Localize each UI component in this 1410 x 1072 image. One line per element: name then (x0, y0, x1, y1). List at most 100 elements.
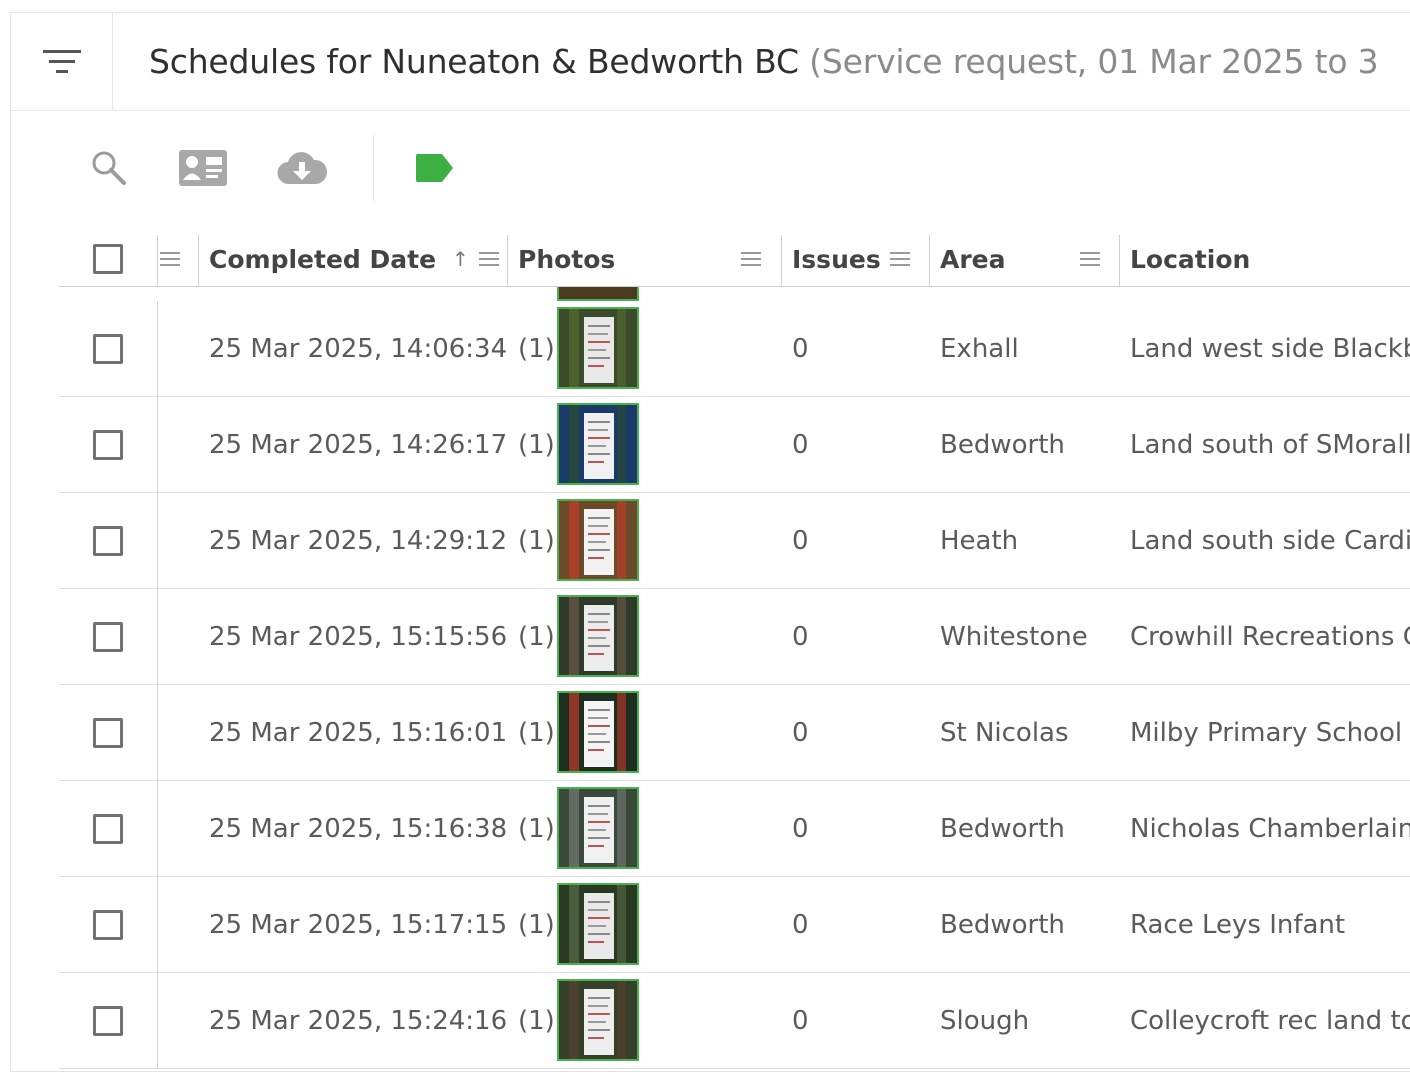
area-cell: Bedworth (940, 910, 1065, 940)
partial-thumbnail (557, 287, 639, 301)
area-cell: Whitestone (940, 622, 1088, 652)
page-title-subtitle: (Service request, 01 Mar 2025 to 3 (809, 42, 1379, 81)
row-separator (157, 685, 158, 781)
completed-date-cell: 25 Mar 2025, 15:16:01 (209, 718, 508, 748)
column-menu-icon[interactable] (1080, 250, 1100, 268)
row-select-cell (93, 973, 123, 1069)
row-separator (157, 589, 158, 685)
row-separator (157, 973, 158, 1069)
column-separator[interactable] (157, 235, 158, 287)
table-row[interactable]: 25 Mar 2025, 14:26:17 (1) 0 Bedworth Land so… (59, 397, 1410, 493)
photo-count: (1) (518, 718, 555, 748)
column-separator[interactable] (929, 235, 930, 287)
table-row[interactable]: 25 Mar 2025, 14:29:12 (1) 0 Heath Land south… (59, 493, 1410, 589)
column-separator[interactable] (1119, 235, 1120, 287)
table-row[interactable]: 25 Mar 2025, 15:17:15 (1) 0 Bedworth Race Le… (59, 877, 1410, 973)
select-all-checkbox[interactable] (93, 244, 123, 274)
column-menu-icon[interactable] (160, 250, 180, 268)
page-title: Schedules for Nuneaton & Bedworth BC (Se… (113, 42, 1379, 81)
column-header-completed-date[interactable]: Completed Date ↑ (209, 231, 469, 287)
table-row[interactable]: 25 Mar 2025, 14:06:34 (1) 0 Exhall Land west… (59, 301, 1410, 397)
row-checkbox[interactable] (93, 526, 123, 556)
photo-thumbnail[interactable] (557, 499, 639, 581)
photo-thumbnail[interactable] (557, 595, 639, 677)
table-row[interactable]: 25 Mar 2025, 15:16:38 (1) 0 Bedworth Nichola… (59, 781, 1410, 877)
schedules-panel: Schedules for Nuneaton & Bedworth BC (Se… (10, 12, 1410, 1072)
download-button[interactable] (259, 150, 345, 186)
row-checkbox[interactable] (93, 910, 123, 940)
area-cell: Bedworth (940, 814, 1065, 844)
grid-body: 25 Mar 2025, 14:06:34 (1) 0 Exhall Land west… (59, 301, 1410, 1071)
photo-count: (1) (518, 526, 555, 556)
photo-count: (1) (518, 910, 555, 940)
location-cell: Colleycroft rec land to (1130, 1006, 1410, 1036)
photo-count: (1) (518, 430, 555, 460)
search-icon (92, 151, 126, 185)
column-separator[interactable] (198, 235, 199, 287)
column-menu-icon[interactable] (890, 250, 910, 268)
sort-ascending-icon: ↑ (452, 247, 469, 271)
photo-thumbnail[interactable] (557, 307, 639, 389)
row-separator (157, 493, 158, 589)
tag-button[interactable] (374, 152, 496, 184)
table-row[interactable]: 25 Mar 2025, 15:15:56 (1) 0 Whitestone Crowh… (59, 589, 1410, 685)
location-cell: Land south side Cardi (1130, 526, 1410, 556)
column-completed-label: Completed Date (209, 244, 437, 274)
column-header-issues[interactable]: Issues (792, 231, 881, 287)
row-select-cell (93, 781, 123, 877)
row-separator (157, 301, 158, 397)
column-header-area[interactable]: Area (940, 231, 1006, 287)
row-select-cell (93, 397, 123, 493)
photo-count: (1) (518, 334, 555, 364)
column-separator[interactable] (781, 235, 782, 287)
table-row[interactable]: 25 Mar 2025, 15:24:16 (1) 0 Slough Colleycro… (59, 973, 1410, 1069)
contact-card-button[interactable] (147, 149, 259, 187)
column-header-photos[interactable]: Photos (518, 231, 615, 287)
row-checkbox[interactable] (93, 814, 123, 844)
filter-menu-button[interactable] (11, 13, 113, 110)
column-separator[interactable] (507, 235, 508, 287)
table-row[interactable]: 25 Mar 2025, 15:16:01 (1) 0 St Nicolas Milby… (59, 685, 1410, 781)
column-menu-icon[interactable] (741, 250, 761, 268)
row-select-cell (93, 877, 123, 973)
column-location-label: Location (1130, 244, 1251, 274)
completed-date-cell: 25 Mar 2025, 15:16:38 (209, 814, 508, 844)
page-title-main: Schedules for Nuneaton & Bedworth BC (149, 42, 799, 81)
row-separator (157, 397, 158, 493)
completed-date-cell: 25 Mar 2025, 15:17:15 (209, 910, 508, 940)
column-area-label: Area (940, 244, 1006, 274)
photo-thumbnail[interactable] (557, 403, 639, 485)
issues-cell: 0 (792, 1006, 809, 1036)
row-checkbox[interactable] (93, 1006, 123, 1036)
row-checkbox[interactable] (93, 430, 123, 460)
title-bar: Schedules for Nuneaton & Bedworth BC (Se… (11, 13, 1410, 111)
row-select-cell (93, 493, 123, 589)
row-separator (157, 877, 158, 973)
issues-cell: 0 (792, 430, 809, 460)
column-photos-label: Photos (518, 244, 616, 274)
row-select-cell (93, 301, 123, 397)
photo-thumbnail[interactable] (557, 979, 639, 1061)
filter-list-icon (42, 49, 81, 73)
contact-card-icon (179, 150, 227, 186)
photo-thumbnail[interactable] (557, 691, 639, 773)
area-cell: Bedworth (940, 430, 1065, 460)
grid-toolbar (71, 133, 496, 203)
completed-date-cell: 25 Mar 2025, 14:26:17 (209, 430, 508, 460)
photo-thumbnail[interactable] (557, 883, 639, 965)
search-button[interactable] (71, 148, 147, 188)
select-all-cell (93, 231, 123, 287)
row-checkbox[interactable] (93, 622, 123, 652)
row-checkbox[interactable] (93, 718, 123, 748)
row-checkbox[interactable] (93, 334, 123, 364)
completed-date-cell: 25 Mar 2025, 15:15:56 (209, 622, 508, 652)
column-header-location[interactable]: Location (1130, 231, 1250, 287)
issues-cell: 0 (792, 718, 809, 748)
column-menu-icon[interactable] (479, 250, 499, 268)
issues-cell: 0 (792, 814, 809, 844)
photo-thumbnail[interactable] (557, 787, 639, 869)
area-cell: Exhall (940, 334, 1019, 364)
completed-date-cell: 25 Mar 2025, 15:24:16 (209, 1006, 508, 1036)
photo-count: (1) (518, 622, 555, 652)
photo-count: (1) (518, 1006, 555, 1036)
